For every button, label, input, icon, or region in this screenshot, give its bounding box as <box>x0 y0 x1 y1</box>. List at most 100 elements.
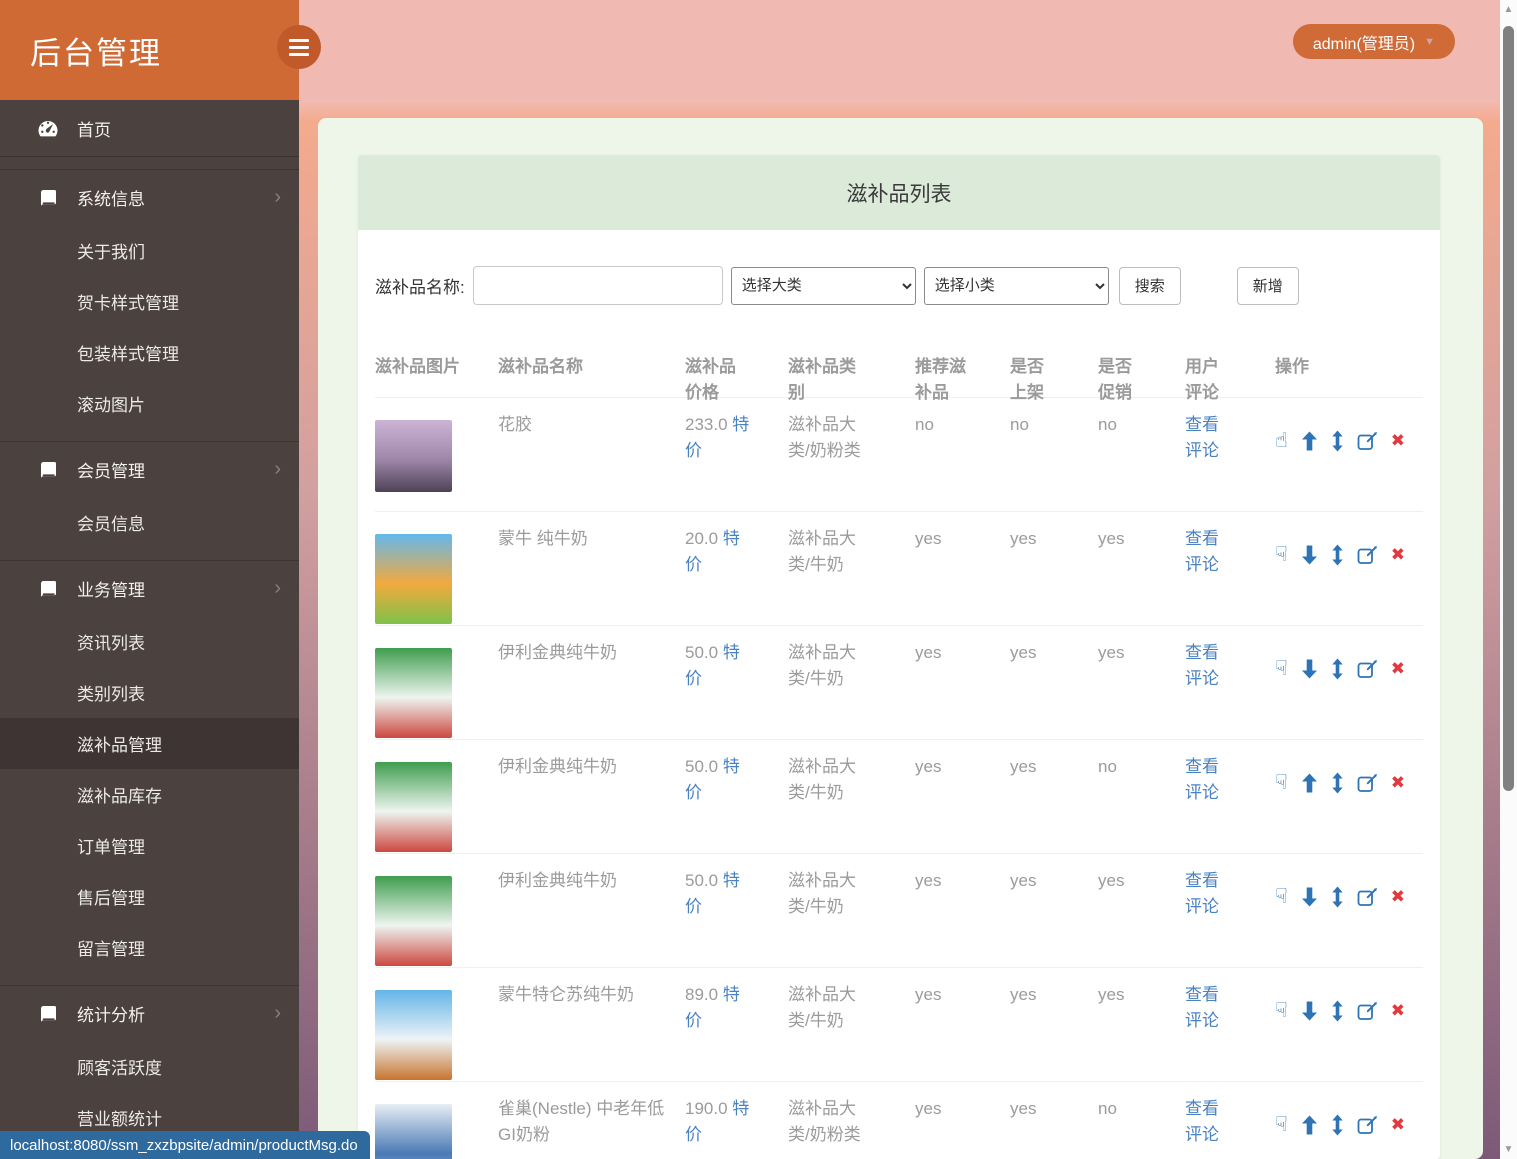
arrow-vertical-icon[interactable] <box>1331 772 1344 794</box>
delete-icon[interactable]: ✖ <box>1391 542 1405 568</box>
thumb-up-icon[interactable]: ☝ <box>1275 431 1288 451</box>
arrow-vertical-icon[interactable] <box>1331 430 1344 452</box>
arrow-vertical-icon[interactable] <box>1331 886 1344 908</box>
delete-icon[interactable]: ✖ <box>1391 1112 1405 1138</box>
view-comments-link[interactable]: 查看评论 <box>1185 529 1219 574</box>
view-comments-link[interactable]: 查看评论 <box>1185 415 1219 460</box>
special-price-link[interactable]: 特价 <box>685 643 740 688</box>
sidebar-item-14[interactable]: 售后管理 <box>0 871 299 922</box>
thumb-down-icon[interactable]: ☟ <box>1275 1115 1288 1135</box>
scroll-down-icon[interactable]: ▼ <box>1500 1144 1517 1155</box>
big-category-select[interactable]: 选择大类 <box>731 267 916 305</box>
view-comments-link[interactable]: 查看评论 <box>1185 757 1219 802</box>
edit-icon[interactable] <box>1357 431 1378 452</box>
dashboard-icon <box>37 119 59 138</box>
thumb-down-icon[interactable]: ☟ <box>1275 773 1288 793</box>
sidebar-item-label: 留言管理 <box>77 935 145 960</box>
sidebar-item-3[interactable]: 贺卡样式管理 <box>0 276 299 327</box>
delete-icon[interactable]: ✖ <box>1391 770 1405 796</box>
arrow-up-icon[interactable] <box>1301 1115 1318 1135</box>
special-price-link[interactable]: 特价 <box>685 1099 749 1144</box>
delete-icon[interactable]: ✖ <box>1391 656 1405 682</box>
edit-icon[interactable] <box>1357 887 1378 908</box>
sidebar-item-4[interactable]: 包装样式管理 <box>0 327 299 378</box>
product-image[interactable] <box>375 420 452 492</box>
arrow-vertical-icon[interactable] <box>1331 1114 1344 1136</box>
small-category-select[interactable]: 选择小类 <box>924 267 1109 305</box>
arrow-down-icon[interactable] <box>1301 545 1318 565</box>
special-price-link[interactable]: 特价 <box>685 985 740 1030</box>
sidebar-item-11-active[interactable]: 滋补品管理 <box>0 718 299 769</box>
scroll-up-icon[interactable]: ▲ <box>1500 4 1517 15</box>
add-button[interactable]: 新增 <box>1237 267 1299 305</box>
special-price-link[interactable]: 特价 <box>685 871 740 916</box>
sidebar-item-9[interactable]: 资讯列表 <box>0 616 299 667</box>
thumb-down-icon[interactable]: ☟ <box>1275 1001 1288 1021</box>
edit-icon[interactable] <box>1357 773 1378 794</box>
product-image[interactable] <box>375 534 452 624</box>
thumb-down-icon[interactable]: ☟ <box>1275 887 1288 907</box>
product-category: 滋补品大类/牛奶 <box>788 512 915 578</box>
product-image[interactable] <box>375 762 452 852</box>
comments-cell: 查看评论 <box>1185 512 1275 578</box>
product-image[interactable] <box>375 648 452 738</box>
thumb-down-icon[interactable]: ☟ <box>1275 545 1288 565</box>
comments-cell: 查看评论 <box>1185 968 1275 1034</box>
view-comments-link[interactable]: 查看评论 <box>1185 871 1219 916</box>
view-comments-link[interactable]: 查看评论 <box>1185 1099 1219 1144</box>
actions-cell: ☝ ✖ <box>1275 398 1423 454</box>
thumb-down-icon[interactable]: ☟ <box>1275 659 1288 679</box>
status-bar: localhost:8080/ssm_zxzbpsite/admin/produ… <box>0 1131 370 1159</box>
special-price-link[interactable]: 特价 <box>685 415 749 460</box>
sidebar-item-2[interactable]: 关于我们 <box>0 225 299 276</box>
sidebar-item-7[interactable]: 会员信息 <box>0 497 299 548</box>
app-title: 后台管理 <box>30 28 162 73</box>
delete-icon[interactable]: ✖ <box>1391 428 1405 454</box>
product-image[interactable] <box>375 1104 452 1159</box>
arrow-up-icon[interactable] <box>1301 431 1318 451</box>
admin-menu-button[interactable]: admin(管理员) ▼ <box>1293 24 1455 59</box>
arrow-down-icon[interactable] <box>1301 659 1318 679</box>
product-image[interactable] <box>375 876 452 966</box>
delete-icon[interactable]: ✖ <box>1391 884 1405 910</box>
view-comments-link[interactable]: 查看评论 <box>1185 643 1219 688</box>
actions-cell: ☟ ✖ <box>1275 968 1423 1024</box>
special-price-link[interactable]: 特价 <box>685 757 740 802</box>
arrow-up-icon[interactable] <box>1301 773 1318 793</box>
special-price-link[interactable]: 特价 <box>685 529 740 574</box>
edit-icon[interactable] <box>1357 1001 1378 1022</box>
edit-icon[interactable] <box>1357 545 1378 566</box>
sidebar-item-8[interactable]: 业务管理› <box>0 560 299 616</box>
promotion-flag: yes <box>1098 626 1185 666</box>
sidebar-item-10[interactable]: 类别列表 <box>0 667 299 718</box>
sidebar-item-5[interactable]: 滚动图片 <box>0 378 299 429</box>
sidebar-item-17[interactable]: 顾客活跃度 <box>0 1041 299 1092</box>
search-button[interactable]: 搜索 <box>1119 267 1181 305</box>
top-bar: admin(管理员) ▼ <box>299 0 1500 100</box>
sidebar-item-1[interactable]: 系统信息› <box>0 169 299 225</box>
menu-toggle-button[interactable] <box>277 25 321 69</box>
scrollbar[interactable]: ▲ ▼ <box>1500 0 1517 1159</box>
sidebar-item-12[interactable]: 滋补品库存 <box>0 769 299 820</box>
arrow-down-icon[interactable] <box>1301 1001 1318 1021</box>
edit-icon[interactable] <box>1357 659 1378 680</box>
recommend-flag: no <box>915 398 1010 438</box>
view-comments-link[interactable]: 查看评论 <box>1185 985 1219 1030</box>
sidebar-header: 后台管理 <box>0 0 299 100</box>
sidebar-item-0[interactable]: 首页 <box>0 100 299 157</box>
edit-icon[interactable] <box>1357 1115 1378 1136</box>
product-name: 花胶 <box>498 398 685 438</box>
arrow-down-icon[interactable] <box>1301 887 1318 907</box>
product-name-input[interactable] <box>473 266 723 305</box>
sidebar-item-label: 统计分析 <box>77 1001 145 1026</box>
delete-icon[interactable]: ✖ <box>1391 998 1405 1024</box>
sidebar-item-13[interactable]: 订单管理 <box>0 820 299 871</box>
sidebar-item-15[interactable]: 留言管理 <box>0 922 299 973</box>
sidebar-item-6[interactable]: 会员管理› <box>0 441 299 497</box>
arrow-vertical-icon[interactable] <box>1331 1000 1344 1022</box>
scrollbar-thumb[interactable] <box>1503 26 1514 791</box>
product-image[interactable] <box>375 990 452 1080</box>
arrow-vertical-icon[interactable] <box>1331 544 1344 566</box>
arrow-vertical-icon[interactable] <box>1331 658 1344 680</box>
sidebar-item-16[interactable]: 统计分析› <box>0 985 299 1041</box>
